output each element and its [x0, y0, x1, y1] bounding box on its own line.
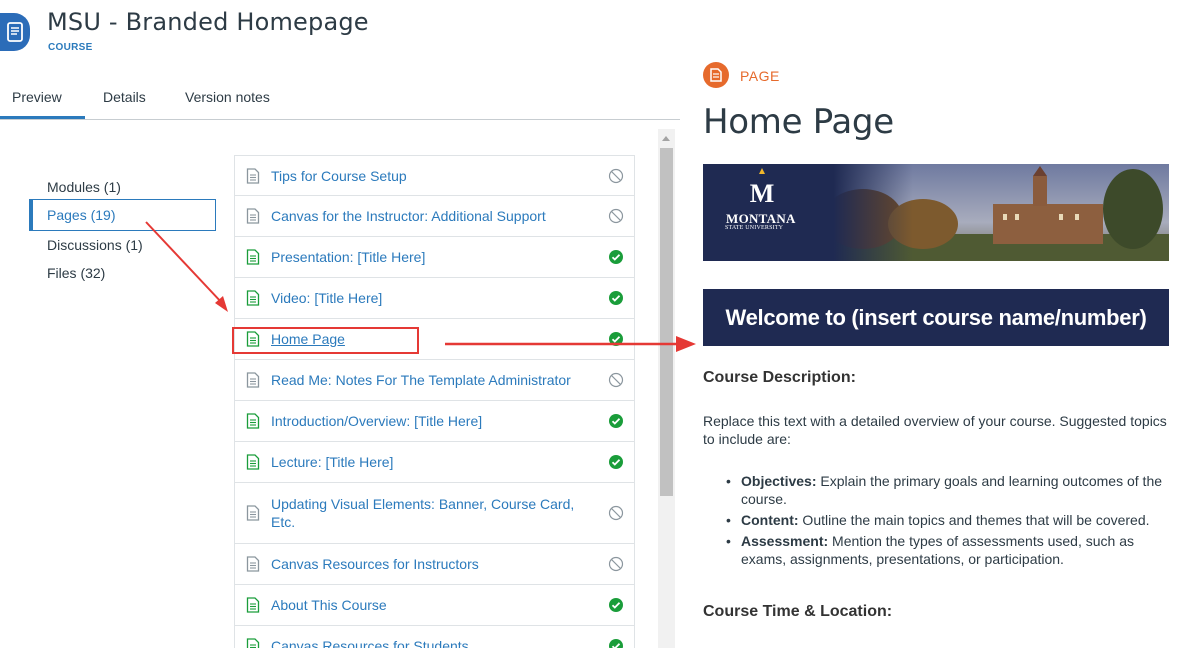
- banner-logo-line2: STATE UNIVERSITY: [725, 225, 784, 231]
- svg-text:M: M: [750, 179, 775, 208]
- page-kind-label: PAGE: [740, 68, 780, 84]
- list-item: Objectives: Explain the primary goals an…: [722, 472, 1172, 508]
- list-item: Assessment: Mention the types of assessm…: [722, 532, 1172, 568]
- bullet-term: Assessment:: [741, 533, 829, 549]
- bullet-text: Outline the main topics and themes that …: [798, 512, 1150, 528]
- course-description-heading: Course Description:: [703, 369, 856, 386]
- bullet-term: Objectives:: [741, 473, 817, 489]
- course-description-text: Replace this text with a detailed overvi…: [703, 413, 1167, 447]
- bullet-term: Content:: [741, 512, 799, 528]
- welcome-heading: Welcome to (insert course name/number): [703, 289, 1169, 346]
- msu-banner-image: M MONTANA STATE UNIVERSITY: [703, 164, 1169, 261]
- arrow-preview-head-icon: [676, 336, 696, 352]
- list-item: Content: Outline the main topics and the…: [722, 511, 1172, 529]
- preview-page-title: Home Page: [703, 102, 894, 142]
- arrow-pages-to-homepage: [145, 221, 224, 305]
- topics-list: Objectives: Explain the primary goals an…: [722, 472, 1172, 571]
- course-time-heading: Course Time & Location:: [703, 603, 893, 620]
- page-document-icon: [703, 62, 729, 88]
